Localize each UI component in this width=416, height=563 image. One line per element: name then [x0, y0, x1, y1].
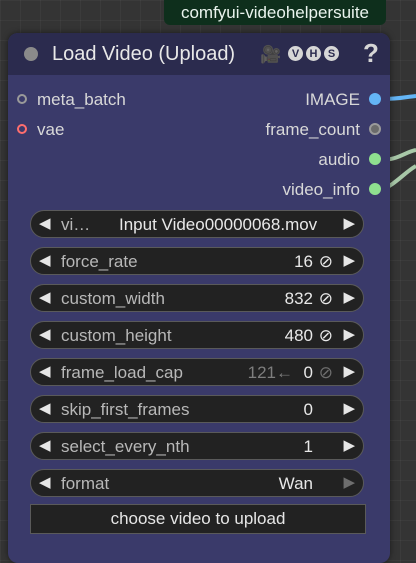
increment-arrow-icon[interactable]: ▶ [343, 325, 355, 343]
increment-arrow-icon[interactable]: ▶ [343, 473, 355, 491]
widget-label: custom_height [61, 326, 172, 345]
frame-count-output-dot[interactable] [369, 123, 381, 135]
widget-label: select_every_nth [61, 437, 190, 456]
increment-arrow-icon[interactable]: ▶ [343, 214, 355, 232]
video-camera-icon: 🎥 [260, 45, 282, 64]
audio-output-dot[interactable] [369, 153, 381, 165]
output-image-label: IMAGE [305, 90, 360, 109]
input-meta-batch-label: meta_batch [37, 90, 126, 109]
null-toggle-icon[interactable]: ⊘ [319, 326, 333, 346]
widget-value: 1 [303, 437, 313, 456]
output-frame-count-label: frame_count [265, 120, 361, 139]
decrement-arrow-icon[interactable]: ◀ [39, 473, 51, 491]
widget-label: format [61, 474, 110, 493]
collapse-toggle-icon[interactable] [24, 47, 38, 61]
output-audio-label: audio [318, 150, 360, 169]
custom-height-widget[interactable]: ◀ custom_height 480 ⊘ ▶ [30, 321, 364, 349]
vhs-h-icon: H [306, 46, 321, 61]
output-video-info-label: video_info [282, 180, 360, 199]
decrement-arrow-icon[interactable]: ◀ [39, 325, 51, 343]
widget-label: frame_load_cap [61, 363, 183, 382]
widget-label: force_rate [61, 252, 138, 271]
null-toggle-icon[interactable]: ⊘ [319, 289, 333, 309]
vhs-s-icon: S [324, 46, 339, 61]
format-combo-widget[interactable]: ◀ format Wan ▶ [30, 469, 364, 497]
help-icon[interactable]: ? [363, 38, 379, 69]
widget-value: Input Video00000068.mov [119, 215, 318, 234]
load-video-node[interactable]: Load Video (Upload) 🎥 V H S ? meta_batch… [8, 33, 390, 563]
node-title: Load Video (Upload) [52, 43, 236, 65]
vhs-v-icon: V [288, 46, 303, 61]
node-pack-badge: comfyui-videohelpersuite [164, 0, 386, 25]
frame-load-cap-widget[interactable]: ◀ frame_load_cap 121← 0 ⊘ ▶ [30, 358, 364, 386]
choose-video-upload-button[interactable]: choose video to upload [30, 504, 366, 534]
decrement-arrow-icon[interactable]: ◀ [39, 251, 51, 269]
force-rate-widget[interactable]: ◀ force_rate 16 ⊘ ▶ [30, 247, 364, 275]
vae-input-dot[interactable] [17, 124, 27, 134]
increment-arrow-icon[interactable]: ▶ [343, 399, 355, 417]
widget-value: 16 [294, 252, 313, 271]
skip-first-frames-widget[interactable]: ◀ skip_first_frames 0 ▶ [30, 395, 364, 423]
null-toggle-icon[interactable]: ⊘ [319, 252, 333, 272]
widget-value: Wan [278, 474, 313, 493]
increment-arrow-icon[interactable]: ▶ [343, 436, 355, 454]
decrement-arrow-icon[interactable]: ◀ [39, 362, 51, 380]
widget-label: skip_first_frames [61, 400, 190, 419]
widget-label: vi… [61, 215, 91, 234]
select-every-nth-widget[interactable]: ◀ select_every_nth 1 ▶ [30, 432, 364, 460]
increment-arrow-icon[interactable]: ▶ [343, 362, 355, 380]
increment-arrow-icon[interactable]: ▶ [343, 251, 355, 269]
previous-value: 121← [247, 363, 293, 382]
video-combo-widget[interactable]: ◀ vi… Input Video00000068.mov ▶ [30, 210, 364, 238]
video-info-output-dot[interactable] [369, 183, 381, 195]
widget-value: 0 [303, 400, 313, 419]
decrement-arrow-icon[interactable]: ◀ [39, 214, 51, 232]
custom-width-widget[interactable]: ◀ custom_width 832 ⊘ ▶ [30, 284, 364, 312]
decrement-arrow-icon[interactable]: ◀ [39, 399, 51, 417]
meta-batch-input-dot[interactable] [17, 94, 27, 104]
decrement-arrow-icon[interactable]: ◀ [39, 436, 51, 454]
widget-label: custom_width [61, 289, 165, 308]
increment-arrow-icon[interactable]: ▶ [343, 288, 355, 306]
widget-value: 832 [284, 289, 313, 308]
null-toggle-icon[interactable]: ⊘ [319, 363, 333, 383]
node-title-bar[interactable]: Load Video (Upload) 🎥 V H S ? [8, 33, 390, 75]
decrement-arrow-icon[interactable]: ◀ [39, 288, 51, 306]
input-vae-label: vae [37, 120, 65, 139]
widget-value: 480 [284, 326, 313, 345]
image-output-dot[interactable] [369, 93, 381, 105]
widget-value: 0 [303, 363, 313, 382]
